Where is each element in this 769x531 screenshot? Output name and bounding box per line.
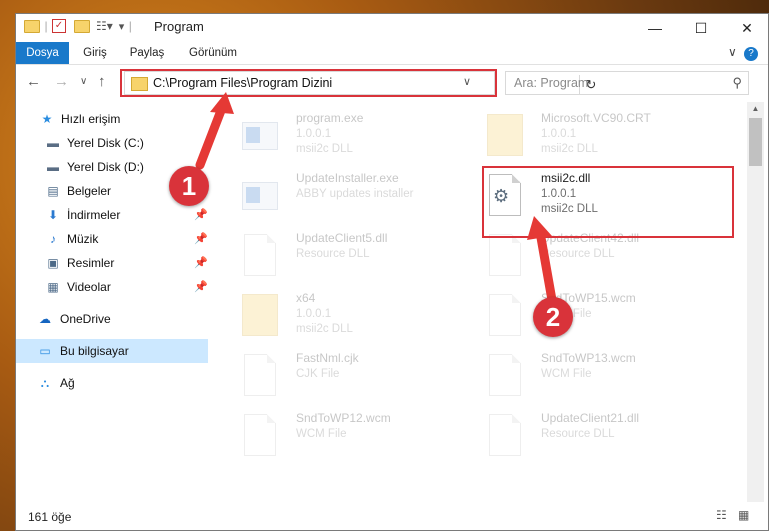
arrow-2	[527, 216, 557, 305]
step-1-badge: 1	[169, 166, 209, 206]
annotation-arrows	[195, 92, 557, 305]
step-2-badge: 2	[533, 297, 573, 337]
arrow-1	[195, 92, 234, 170]
